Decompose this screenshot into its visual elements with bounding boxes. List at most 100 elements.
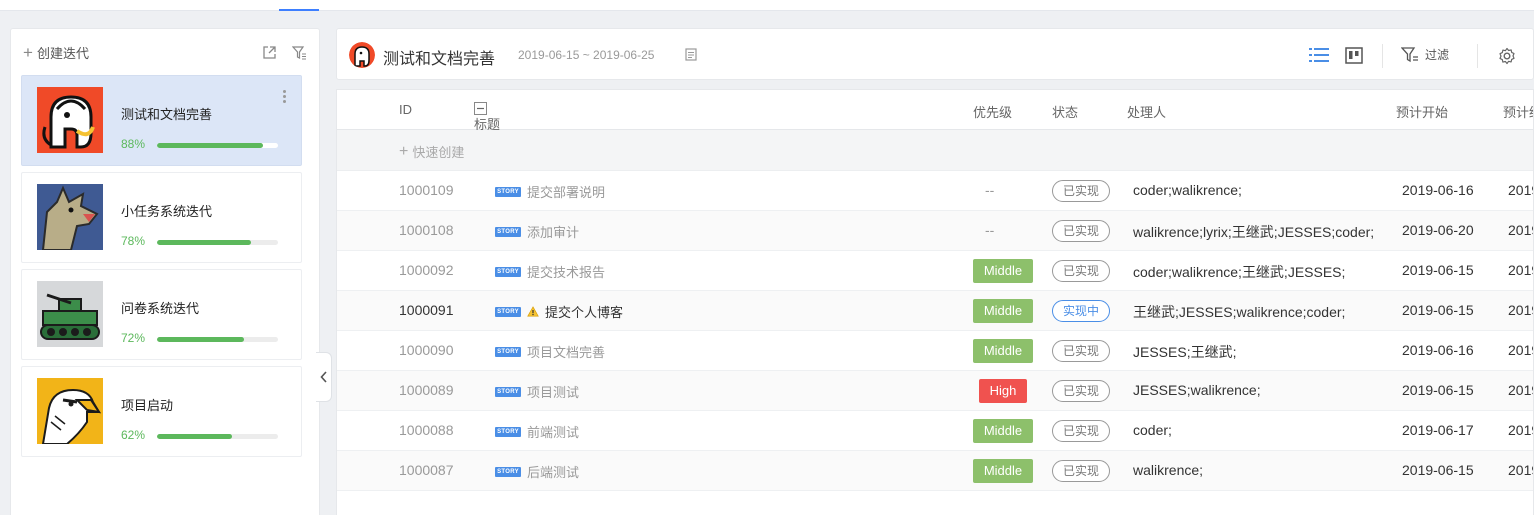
table-row[interactable]: 1000088 STORY 前端测试 Middle 已实现 coder; 201… <box>337 411 1533 451</box>
row-title-cell[interactable]: STORY 提交部署说明 <box>495 182 605 201</box>
document-icon[interactable] <box>685 48 697 64</box>
row-title[interactable]: 添加审计 <box>527 222 579 241</box>
row-id[interactable]: 1000091 <box>399 302 454 318</box>
row-id[interactable]: 1000108 <box>399 222 454 238</box>
table-row[interactable]: 1000090 STORY 项目文档完善 Middle 已实现 JESSES;王… <box>337 331 1533 371</box>
board-view-icon[interactable] <box>1345 47 1363 67</box>
row-status-cell[interactable]: 实现中 <box>1052 300 1110 322</box>
column-header-start[interactable]: 预计开始 <box>1396 102 1448 121</box>
row-start-date[interactable]: 2019-06-15 <box>1402 262 1474 278</box>
create-iteration-button[interactable]: + 创建迭代 <box>23 43 89 62</box>
priority-badge[interactable]: Middle <box>973 259 1033 283</box>
row-title[interactable]: 项目测试 <box>527 382 579 401</box>
row-assignee[interactable]: coder;walikrence;王继武;JESSES; <box>1133 262 1345 282</box>
row-start-date[interactable]: 2019-06-20 <box>1402 222 1474 238</box>
row-title-cell[interactable]: STORY 提交个人博客 <box>495 302 623 321</box>
column-header-assignee[interactable]: 处理人 <box>1127 102 1166 121</box>
column-header-status[interactable]: 状态 <box>1052 102 1078 121</box>
row-end-date[interactable]: 2019 <box>1508 382 1533 398</box>
priority-badge[interactable]: Middle <box>973 419 1033 443</box>
row-title[interactable]: 提交个人博客 <box>545 302 623 321</box>
iteration-card[interactable]: 小任务系统迭代 78% <box>21 172 302 263</box>
export-icon[interactable] <box>261 44 277 60</box>
column-header-title[interactable]: 标题 <box>474 102 500 132</box>
row-assignee[interactable]: JESSES;王继武; <box>1133 342 1236 362</box>
priority-badge[interactable]: High <box>979 379 1027 403</box>
row-priority-cell[interactable]: Middle <box>973 339 1033 363</box>
row-id[interactable]: 1000089 <box>399 382 454 398</box>
row-start-date[interactable]: 2019-06-15 <box>1402 462 1474 478</box>
row-status-cell[interactable]: 已实现 <box>1052 260 1110 282</box>
row-title[interactable]: 提交技术报告 <box>527 262 605 281</box>
row-title-cell[interactable]: STORY 添加审计 <box>495 222 579 241</box>
table-row[interactable]: 1000087 STORY 后端测试 Middle 已实现 walikrence… <box>337 451 1533 491</box>
row-assignee[interactable]: coder;walikrence; <box>1133 182 1242 198</box>
status-pill[interactable]: 已实现 <box>1052 460 1110 482</box>
status-pill[interactable]: 已实现 <box>1052 220 1110 242</box>
row-end-date[interactable]: 2019 <box>1508 342 1533 358</box>
row-status-cell[interactable]: 已实现 <box>1052 460 1110 482</box>
row-title[interactable]: 前端测试 <box>527 422 579 441</box>
row-status-cell[interactable]: 已实现 <box>1052 180 1110 202</box>
row-start-date[interactable]: 2019-06-15 <box>1402 302 1474 318</box>
row-assignee[interactable]: 王继武;JESSES;walikrence;coder; <box>1133 302 1345 322</box>
row-id[interactable]: 1000087 <box>399 462 454 478</box>
row-end-date[interactable]: 2019 <box>1508 302 1533 318</box>
row-title-cell[interactable]: STORY 后端测试 <box>495 462 579 481</box>
iteration-card[interactable]: 测试和文档完善 88% <box>21 75 302 166</box>
row-id[interactable]: 1000092 <box>399 262 454 278</box>
row-start-date[interactable]: 2019-06-16 <box>1402 182 1474 198</box>
more-options-icon[interactable] <box>283 90 287 103</box>
iteration-card[interactable]: 问卷系统迭代 72% <box>21 269 302 360</box>
status-pill[interactable]: 实现中 <box>1052 300 1110 322</box>
table-row[interactable]: 1000091 STORY 提交个人博客 Middle 实现中 王继武;JESS… <box>337 291 1533 331</box>
row-priority-cell[interactable]: Middle <box>973 259 1033 283</box>
row-assignee[interactable]: walikrence;lyrix;王继武;JESSES;coder; <box>1133 222 1374 242</box>
row-priority-cell[interactable]: Middle <box>973 419 1033 443</box>
status-pill[interactable]: 已实现 <box>1052 340 1110 362</box>
row-priority-cell[interactable]: Middle <box>973 459 1033 483</box>
row-assignee[interactable]: coder; <box>1133 422 1172 438</box>
priority-badge[interactable]: Middle <box>973 299 1033 323</box>
row-start-date[interactable]: 2019-06-15 <box>1402 382 1474 398</box>
row-priority[interactable]: -- <box>985 222 994 238</box>
table-row[interactable]: 1000089 STORY 项目测试 High 已实现 JESSES;walik… <box>337 371 1533 411</box>
status-pill[interactable]: 已实现 <box>1052 380 1110 402</box>
row-assignee[interactable]: JESSES;walikrence; <box>1133 382 1261 398</box>
status-pill[interactable]: 已实现 <box>1052 260 1110 282</box>
collapse-sidebar-button[interactable] <box>316 352 332 402</box>
row-end-date[interactable]: 2019 <box>1508 182 1533 198</box>
row-end-date[interactable]: 2019 <box>1508 462 1533 478</box>
row-title-cell[interactable]: STORY 项目文档完善 <box>495 342 605 361</box>
row-title[interactable]: 后端测试 <box>527 462 579 481</box>
row-status-cell[interactable]: 已实现 <box>1052 220 1110 242</box>
row-priority-cell[interactable]: High <box>973 379 1033 403</box>
row-start-date[interactable]: 2019-06-17 <box>1402 422 1474 438</box>
iteration-card[interactable]: 项目启动 62% <box>21 366 302 457</box>
table-row[interactable]: 1000092 STORY 提交技术报告 Middle 已实现 coder;wa… <box>337 251 1533 291</box>
row-title-cell[interactable]: STORY 提交技术报告 <box>495 262 605 281</box>
row-title[interactable]: 项目文档完善 <box>527 342 605 361</box>
row-end-date[interactable]: 2019 <box>1508 262 1533 278</box>
filter-settings-icon[interactable] <box>291 44 307 60</box>
status-pill[interactable]: 已实现 <box>1052 420 1110 442</box>
row-id[interactable]: 1000109 <box>399 182 454 198</box>
row-start-date[interactable]: 2019-06-16 <box>1402 342 1474 358</box>
column-header-id[interactable]: ID <box>399 102 412 117</box>
row-title[interactable]: 提交部署说明 <box>527 182 605 201</box>
quick-create-button[interactable]: + 快速创建 <box>399 142 464 161</box>
row-title-cell[interactable]: STORY 前端测试 <box>495 422 579 441</box>
gear-icon[interactable] <box>1498 47 1516 68</box>
column-header-priority[interactable]: 优先级 <box>973 102 1012 121</box>
filter-button[interactable]: 过滤 <box>1401 46 1449 63</box>
row-id[interactable]: 1000090 <box>399 342 454 358</box>
column-header-end[interactable]: 预计结 <box>1503 102 1533 121</box>
priority-badge[interactable]: Middle <box>973 339 1033 363</box>
row-priority[interactable]: -- <box>985 182 994 198</box>
status-pill[interactable]: 已实现 <box>1052 180 1110 202</box>
list-view-icon[interactable] <box>1309 47 1329 66</box>
row-id[interactable]: 1000088 <box>399 422 454 438</box>
row-end-date[interactable]: 2019 <box>1508 422 1533 438</box>
table-row[interactable]: 1000109 STORY 提交部署说明 -- 已实现 coder;walikr… <box>337 171 1533 211</box>
priority-badge[interactable]: Middle <box>973 459 1033 483</box>
